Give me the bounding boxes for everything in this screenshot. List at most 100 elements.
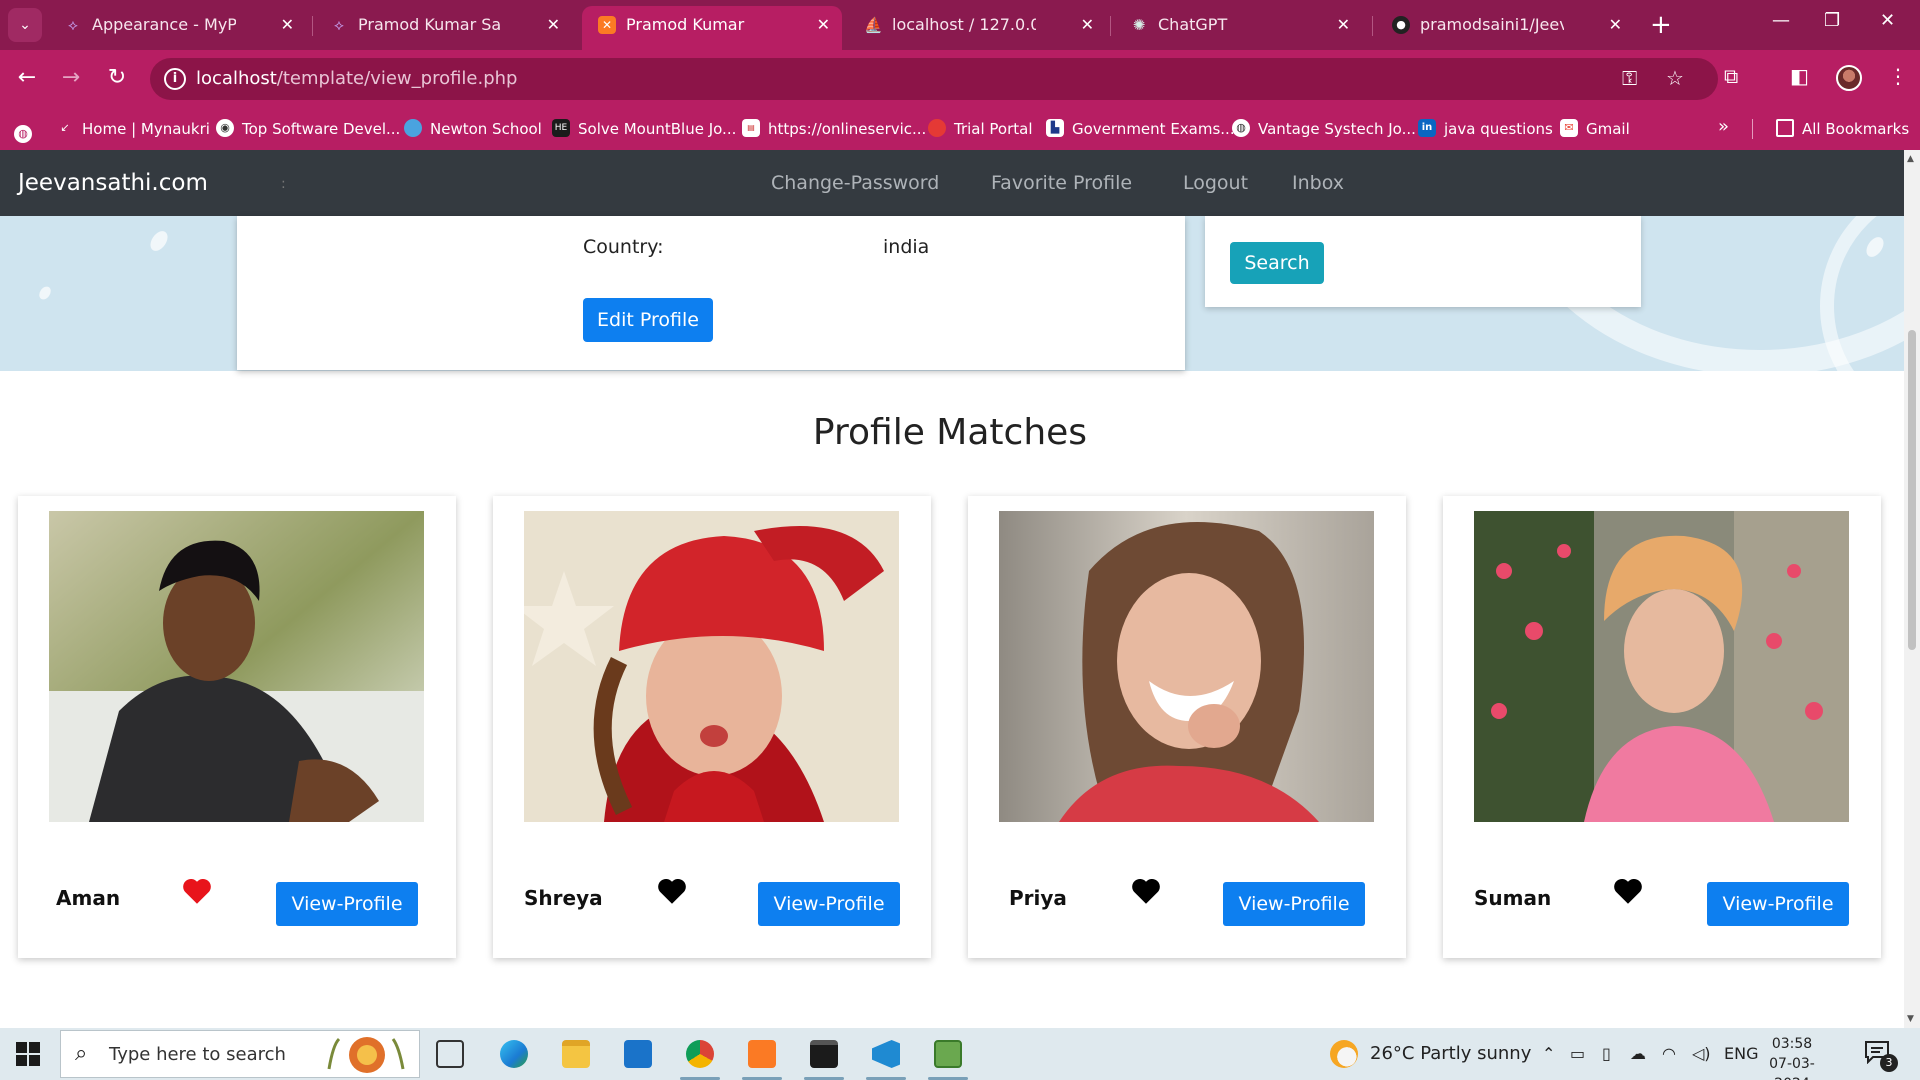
windows-start-button[interactable] <box>16 1042 40 1066</box>
profile-photo[interactable] <box>49 511 424 822</box>
taskbar-terminal[interactable] <box>804 1036 844 1080</box>
restore-button[interactable]: ❐ <box>1824 10 1840 31</box>
bookmark-mountblue[interactable]: HE Solve MountBlue Jo... <box>552 108 736 150</box>
close-icon[interactable]: ✕ <box>817 6 830 44</box>
bookmark-label: Trial Portal <box>954 120 1033 138</box>
document-icon: ▤ <box>742 119 760 137</box>
profile-avatar[interactable] <box>1836 65 1862 91</box>
heart-icon[interactable] <box>1129 874 1163 908</box>
extensions-icon[interactable]: ⧉ <box>1724 64 1738 88</box>
side-panel-icon[interactable]: ◧ <box>1790 64 1809 88</box>
nav-logout[interactable]: Logout <box>1183 150 1248 216</box>
heart-icon[interactable] <box>655 874 689 908</box>
bookmark-vantage[interactable]: ◍ Vantage Systech Jo... <box>1232 108 1416 150</box>
url-text[interactable]: localhost/template/view_profile.php <box>196 58 517 100</box>
heart-icon[interactable] <box>180 874 214 908</box>
nav-inbox[interactable]: Inbox <box>1292 150 1344 216</box>
close-icon[interactable]: ✕ <box>281 6 294 44</box>
heart-icon[interactable] <box>1611 874 1645 908</box>
edit-profile-button[interactable]: Edit Profile <box>583 298 713 342</box>
address-bar[interactable]: i localhost/template/view_profile.php ⚿ … <box>150 58 1718 100</box>
battery-icon[interactable]: ▭ <box>1570 1028 1585 1080</box>
browser-tab-chatgpt[interactable]: ✺ ChatGPT ✕ <box>1114 6 1362 44</box>
mynaukri-icon: ↙ <box>60 121 70 134</box>
match-card: Suman View-Profile <box>1443 496 1881 958</box>
tray-overflow-icon[interactable]: ⌃ <box>1542 1028 1555 1080</box>
taskbar-edge[interactable] <box>494 1036 534 1072</box>
browser-tab-pramod-php[interactable]: ⟡ Pramod Kumar Saini - PHP ✕ <box>314 6 572 44</box>
scroll-down-icon[interactable]: ▼ <box>1907 1014 1914 1024</box>
bookmark-star-icon[interactable]: ☆ <box>1666 66 1684 90</box>
view-profile-button[interactable]: View-Profile <box>758 882 900 926</box>
scrollbar-thumb[interactable] <box>1908 330 1916 650</box>
weather-widget[interactable]: 26°C Partly sunny <box>1330 1028 1531 1080</box>
site-brand[interactable]: Jeevansathi.com <box>18 150 208 216</box>
cloud-icon[interactable]: ☁ <box>1630 1028 1646 1080</box>
bookmark-newton-school[interactable]: Newton School <box>404 108 542 150</box>
site-info-icon[interactable]: i <box>164 68 186 90</box>
notification-center-button[interactable]: 3 <box>1864 1040 1898 1072</box>
close-window-button[interactable]: ✕ <box>1880 10 1895 31</box>
folder-icon <box>562 1040 590 1068</box>
browser-tab-github[interactable]: ● pramodsaini1/Jeevansathi ✕ <box>1376 6 1634 44</box>
device-icon[interactable]: ▯ <box>1602 1028 1611 1080</box>
new-tab-button[interactable]: + <box>1650 8 1672 42</box>
xampp-icon: ✕ <box>598 16 616 34</box>
taskbar-image-app[interactable] <box>928 1036 968 1080</box>
country-value: india <box>883 236 930 258</box>
wifi-icon[interactable]: ◠ <box>1662 1028 1676 1080</box>
taskbar-mail[interactable] <box>618 1036 658 1072</box>
bookmark-top-software[interactable]: ◉ Top Software Devel... <box>216 108 400 150</box>
reload-button[interactable]: ↻ <box>102 64 132 92</box>
task-view-button[interactable] <box>430 1036 470 1072</box>
browser-tab-pramod-kumar[interactable]: ✕ Pramod Kumar ✕ <box>582 6 842 50</box>
bookmark-label: All Bookmarks <box>1802 120 1910 138</box>
taskbar-clock[interactable]: 03:58 07-03-2024 <box>1752 1034 1832 1080</box>
bookmark-trial-portal[interactable]: Trial Portal <box>928 108 1033 150</box>
taskbar-chrome[interactable] <box>680 1036 720 1080</box>
nav-favorite-profile[interactable]: Favorite Profile <box>991 150 1132 216</box>
browser-tab-phpmyadmin[interactable]: ⛵ localhost / 127.0.0.1 / wedd ✕ <box>848 6 1106 44</box>
bookmark-onlineservice[interactable]: ▤ https://onlineservic... <box>742 108 926 150</box>
bookmark-java-questions[interactable]: in java questions <box>1418 108 1553 150</box>
scroll-up-icon[interactable]: ▲ <box>1907 154 1914 164</box>
taskbar-xampp[interactable] <box>742 1036 782 1080</box>
globe-icon: ◍ <box>14 125 32 143</box>
profile-photo[interactable] <box>1474 511 1849 822</box>
bookmarks-overflow-button[interactable]: » <box>1718 116 1729 137</box>
view-profile-button[interactable]: View-Profile <box>1223 882 1365 926</box>
plus-icon: + <box>1650 10 1672 40</box>
bookmark-mynaukri[interactable]: ↙ Home | Mynaukri <box>56 108 210 150</box>
taskbar-file-explorer[interactable] <box>556 1036 596 1072</box>
bookmark-government-exams[interactable]: ▙ Government Exams... <box>1046 108 1235 150</box>
all-bookmarks-button[interactable]: All Bookmarks <box>1776 108 1909 150</box>
taskbar-search-box[interactable]: ⌕ Type here to search <box>60 1030 420 1078</box>
minimize-button[interactable]: — <box>1772 10 1790 31</box>
browser-tab-appearance[interactable]: ⟡ Appearance - MyProfile Ac ✕ <box>48 6 306 44</box>
profile-photo-image <box>1474 511 1849 822</box>
tab-search-button[interactable]: ⌄ <box>8 8 42 42</box>
page-scrollbar[interactable]: ▲ ▼ <box>1904 150 1920 1028</box>
password-key-icon[interactable]: ⚿ <box>1622 66 1637 90</box>
nav-change-password[interactable]: Change-Password <box>771 150 939 216</box>
match-name: Aman <box>56 886 121 910</box>
close-icon[interactable]: ✕ <box>1609 6 1622 44</box>
back-button[interactable]: ← <box>12 64 42 92</box>
bookmark-gmail[interactable]: ✉ Gmail <box>1560 108 1630 150</box>
close-icon[interactable]: ✕ <box>1337 6 1350 44</box>
match-name: Suman <box>1474 886 1552 910</box>
close-icon[interactable]: ✕ <box>547 6 560 44</box>
view-profile-button[interactable]: View-Profile <box>1707 882 1849 926</box>
search-button[interactable]: Search <box>1230 242 1324 284</box>
view-profile-button[interactable]: View-Profile <box>276 882 418 926</box>
browser-toolbar: ← → ↻ i localhost/template/view_profile.… <box>0 50 1920 108</box>
profile-photo[interactable] <box>524 511 899 822</box>
forward-button[interactable]: → <box>56 64 86 92</box>
taskbar-vscode[interactable] <box>866 1036 906 1080</box>
windows-logo-icon <box>16 1055 27 1066</box>
volume-icon[interactable]: ◁) <box>1692 1028 1711 1080</box>
bookmark-globe[interactable]: ◍ <box>14 108 32 150</box>
more-menu-icon[interactable]: ⋮ <box>1888 64 1908 88</box>
profile-photo[interactable] <box>999 511 1374 822</box>
close-icon[interactable]: ✕ <box>1081 6 1094 44</box>
